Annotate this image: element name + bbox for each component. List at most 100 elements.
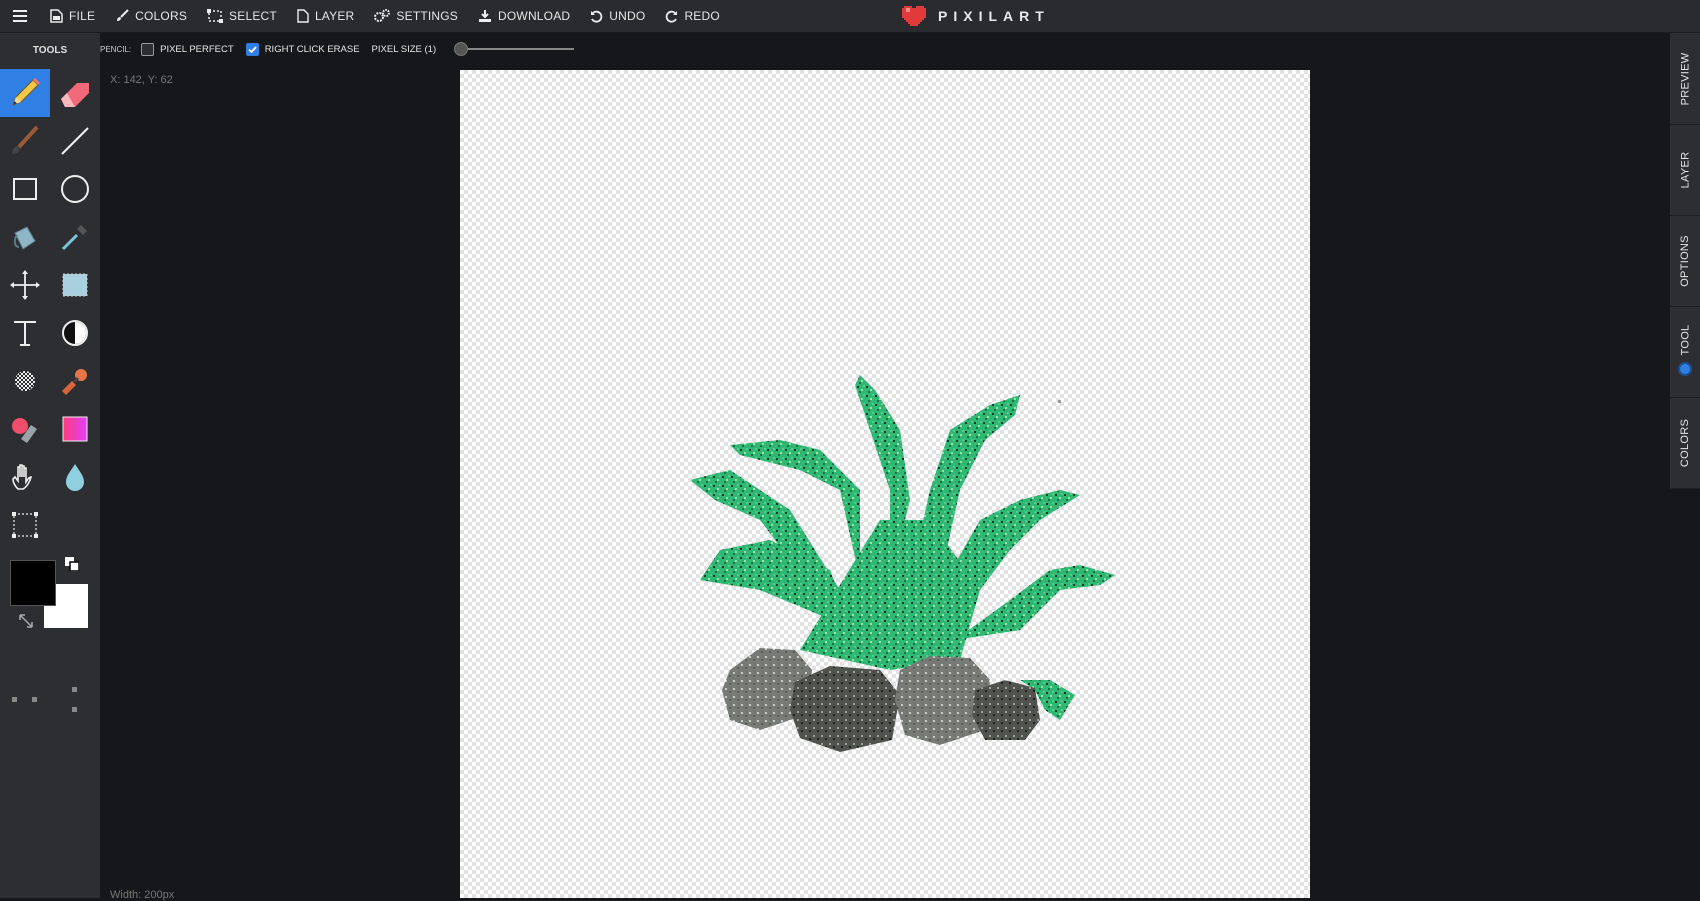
brush-tool[interactable] xyxy=(0,117,50,165)
tab-tool-label: TOOL xyxy=(1679,324,1692,355)
text-tool[interactable] xyxy=(0,309,50,357)
rectangle-tool[interactable] xyxy=(0,165,50,213)
tool-color-indicator xyxy=(1678,362,1692,376)
tab-options-label: OPTIONS xyxy=(1679,234,1692,287)
tool-name-label: PENCIL: xyxy=(100,44,132,54)
hand-tool[interactable] xyxy=(0,453,50,501)
select-icon xyxy=(207,9,224,23)
pixel-size-slider[interactable] xyxy=(454,42,575,56)
select-rect-icon xyxy=(62,273,88,297)
download-icon xyxy=(479,10,492,22)
right-click-erase-label: RIGHT CLICK ERASE xyxy=(264,43,360,55)
redo-label: REDO xyxy=(684,9,720,23)
slider-thumb[interactable] xyxy=(454,42,469,56)
check-icon xyxy=(248,45,257,53)
tab-tool[interactable]: TOOL xyxy=(1670,306,1700,398)
undo-button[interactable]: UNDO xyxy=(580,0,655,32)
bucket-icon xyxy=(13,226,36,250)
layer-icon xyxy=(297,9,309,23)
file-menu-label: FILE xyxy=(69,9,96,23)
tab-colors-label: COLORS xyxy=(1679,418,1692,467)
line-icon xyxy=(61,127,89,155)
move-tool[interactable] xyxy=(0,261,50,309)
tab-preview-label: PREVIEW xyxy=(1679,52,1691,105)
drawing-canvas[interactable] xyxy=(460,70,1310,898)
brush-icon xyxy=(117,9,129,21)
undo-icon xyxy=(591,10,603,23)
primary-color-swatch[interactable] xyxy=(10,560,56,606)
redo-button[interactable]: REDO xyxy=(655,0,729,32)
tab-options[interactable]: OPTIONS xyxy=(1670,215,1700,307)
gears-icon xyxy=(374,9,391,22)
cursor-coordinates: X: 142, Y: 62 xyxy=(110,74,173,86)
select-menu-button[interactable]: SELECT xyxy=(197,0,287,32)
rectangle-icon xyxy=(13,178,37,200)
layer-menu-label: LAYER xyxy=(314,9,355,23)
swap-colors-icon[interactable] xyxy=(65,557,79,571)
download-menu-button[interactable]: DOWNLOAD xyxy=(468,0,580,32)
eraser-tool[interactable] xyxy=(50,69,100,117)
settings-menu-label: SETTINGS xyxy=(396,9,459,23)
redo-icon xyxy=(666,10,678,23)
crop-tool[interactable] xyxy=(0,501,50,549)
tools-panel: TOOLS xyxy=(0,33,100,898)
stamp-tool[interactable] xyxy=(50,357,100,405)
settings-menu-button[interactable]: SETTINGS xyxy=(364,0,468,32)
circle-icon xyxy=(61,175,89,203)
lighten-darken-icon xyxy=(62,320,88,346)
line-tool[interactable] xyxy=(50,117,100,165)
slider-track xyxy=(454,48,575,50)
more-tools-icon[interactable] xyxy=(10,687,80,717)
reset-colors-icon[interactable] xyxy=(18,613,34,629)
file-menu-button[interactable]: FILE xyxy=(40,0,105,32)
layer-menu-button[interactable]: LAYER xyxy=(287,0,364,32)
pixel-heart-icon xyxy=(902,6,926,26)
pixel-perfect-checkbox[interactable] xyxy=(141,42,155,56)
right-side-panel: PREVIEW LAYER OPTIONS TOOL COLORS xyxy=(1670,33,1700,489)
lighten-darken-tool[interactable] xyxy=(50,309,100,357)
dither-tool[interactable] xyxy=(0,357,50,405)
pencil-icon xyxy=(12,78,40,106)
move-icon xyxy=(10,270,40,300)
eraser-icon xyxy=(61,83,89,107)
pixel-perfect-label: PIXEL PERFECT xyxy=(160,43,234,55)
eyedropper-icon xyxy=(61,225,87,251)
tab-layer[interactable]: LAYER xyxy=(1670,124,1700,216)
text-icon xyxy=(14,321,36,346)
canvas-width-info: Width: 200px xyxy=(110,889,175,901)
tools-title: TOOLS xyxy=(32,45,68,56)
gradient-tool[interactable] xyxy=(50,405,100,453)
top-toolbar: FILE COLORS SELECT LAYER SETTINGS DOWNLO… xyxy=(0,0,1700,33)
tab-layer-label: LAYER xyxy=(1679,151,1692,188)
download-menu-label: DOWNLOAD xyxy=(498,9,571,23)
plant-artwork xyxy=(690,375,1115,752)
color-replace-tool[interactable] xyxy=(0,405,50,453)
hamburger-menu-button[interactable] xyxy=(0,0,40,32)
hand-icon xyxy=(12,464,33,490)
logo-text: PIXILART xyxy=(938,8,1050,24)
tool-options-bar: PENCIL: PIXEL PERFECT RIGHT CLICK ERASE … xyxy=(100,33,575,65)
file-icon xyxy=(50,9,63,23)
eyedropper-tool[interactable] xyxy=(50,213,100,261)
colors-menu-button[interactable]: COLORS xyxy=(105,0,197,32)
pencil-tool[interactable] xyxy=(0,69,50,117)
undo-label: UNDO xyxy=(609,9,646,23)
stray-pixel xyxy=(1058,400,1061,403)
select-menu-label: SELECT xyxy=(229,9,277,23)
gradient-icon xyxy=(62,416,88,442)
pixilart-logo[interactable]: PIXILART xyxy=(900,0,1050,32)
crop-icon xyxy=(12,512,38,538)
stamp-icon xyxy=(62,369,87,395)
blur-drop-icon xyxy=(66,464,84,491)
bucket-tool[interactable] xyxy=(0,213,50,261)
right-click-erase-checkbox[interactable] xyxy=(245,42,259,56)
color-replace-icon xyxy=(12,418,37,443)
pixel-size-label: PIXEL SIZE (1) xyxy=(371,43,437,55)
tab-colors[interactable]: COLORS xyxy=(1670,397,1700,489)
blur-tool[interactable] xyxy=(50,453,100,501)
select-rect-tool[interactable] xyxy=(50,261,100,309)
tab-preview[interactable]: PREVIEW xyxy=(1670,33,1700,125)
brush-icon xyxy=(12,125,39,154)
hamburger-icon xyxy=(13,10,27,22)
circle-tool[interactable] xyxy=(50,165,100,213)
